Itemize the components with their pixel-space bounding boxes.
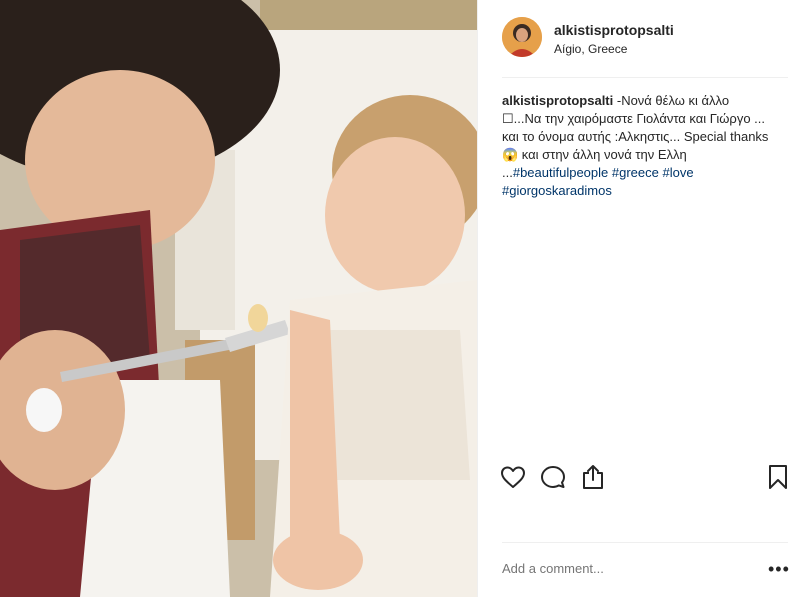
comment-button[interactable] (538, 462, 568, 492)
header-divider (502, 77, 788, 78)
avatar[interactable] (502, 17, 542, 57)
comment-input[interactable] (502, 561, 732, 576)
post-actions (498, 462, 792, 494)
avatar-image (502, 17, 542, 57)
post-photo[interactable] (0, 0, 477, 597)
post-details-panel: alkistisprotopsalti Aígio, Greece alkist… (477, 0, 802, 597)
save-button[interactable] (763, 462, 793, 492)
post-username[interactable]: alkistisprotopsalti (554, 22, 674, 38)
post-location[interactable]: Aígio, Greece (554, 42, 627, 56)
bookmark-icon (769, 465, 787, 489)
comment-divider (502, 542, 788, 543)
hashtag-link[interactable]: #giorgoskaradimos (502, 183, 612, 198)
caption-username[interactable]: alkistisprotopsalti (502, 93, 613, 108)
hashtag-link[interactable]: #greece (612, 165, 659, 180)
share-icon (583, 465, 603, 489)
more-options-icon[interactable]: ••• (768, 559, 792, 579)
hashtag-link[interactable]: #love (663, 165, 694, 180)
photo-illustration (0, 0, 477, 597)
comment-icon (541, 466, 565, 488)
post-header: alkistisprotopsalti Aígio, Greece (478, 0, 802, 78)
heart-icon (501, 466, 525, 488)
hashtag-link[interactable]: #beautifulpeople (513, 165, 608, 180)
instagram-post: alkistisprotopsalti Aígio, Greece alkist… (0, 0, 802, 597)
post-caption: alkistisprotopsalti -Νονά θέλω κι άλλο ☐… (502, 92, 772, 200)
share-button[interactable] (578, 462, 608, 492)
like-button[interactable] (498, 462, 528, 492)
